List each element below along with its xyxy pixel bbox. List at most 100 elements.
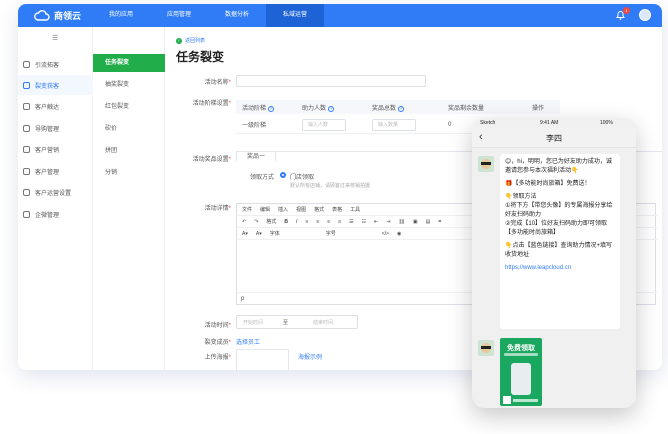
align-left-icon[interactable]: ≡ xyxy=(305,219,308,225)
font-color-icon[interactable]: A▾ xyxy=(242,231,248,237)
sidebar-item-wecom[interactable]: 企微管理 xyxy=(18,204,93,224)
radio-store-pickup[interactable] xyxy=(280,172,286,178)
menu-format[interactable]: 格式 xyxy=(314,206,324,213)
sidebar-item-label: 企微管理 xyxy=(35,212,60,219)
total-input[interactable]: 输入数量 xyxy=(372,119,416,131)
helpers-input[interactable]: 输入人数 xyxy=(302,119,346,131)
menu-view[interactable]: 视图 xyxy=(296,206,306,213)
redo-icon[interactable]: ↷ xyxy=(254,219,258,225)
time-label: 活动时间* xyxy=(204,323,231,329)
top-bar: 商领云 我的应用 应用管理 数据分析 私域运营 1 xyxy=(18,4,662,27)
nav-private-operation[interactable]: 私域运营 xyxy=(266,4,324,27)
submenu-bargain[interactable]: 砍价 xyxy=(93,120,165,138)
carrier: Sketch xyxy=(480,120,496,126)
sidebar-item-label: 客户管理 xyxy=(35,169,60,176)
message-line: ①将下方【带您头像】的专属海报分享给好友扫码助力 xyxy=(505,203,613,218)
share-icon xyxy=(23,81,30,89)
notification-badge: 1 xyxy=(623,7,630,14)
sidebar-item-reach[interactable]: 客户触达 xyxy=(18,96,93,116)
italic-icon[interactable]: I xyxy=(296,219,297,225)
media-icon[interactable]: ▤ xyxy=(426,219,431,225)
message-line: 🎁【多功能时尚旅箱】免费送！ xyxy=(505,181,591,187)
bg-color-icon[interactable]: A▾ xyxy=(256,231,262,237)
poster-label: 上传海报* xyxy=(204,355,231,361)
user-icon xyxy=(23,124,30,132)
bullet-list-icon[interactable]: ☰ xyxy=(349,219,353,225)
select-staff-link[interactable]: 选择员工 xyxy=(236,337,260,346)
message-line: 😊，hi，明明，您已为好友助力成功，诚邀请您参与本次福利活动👇 xyxy=(505,159,612,174)
nav-data-analysis[interactable]: 数据分析 xyxy=(208,4,266,27)
outdent-icon[interactable]: ⇤ xyxy=(374,219,378,225)
font-size-dropdown[interactable]: 字号 xyxy=(326,230,336,237)
undo-icon[interactable]: ↶ xyxy=(242,219,246,225)
poster-subtitle-bar xyxy=(504,353,538,356)
user-avatar[interactable] xyxy=(639,9,651,21)
menu-file[interactable]: 文件 xyxy=(242,206,252,213)
claim-method-value: 门店领取 xyxy=(290,175,315,181)
message-link[interactable]: https://www.leapcloud.cn xyxy=(505,264,615,273)
sidebar-item-guide[interactable]: 导购管理 xyxy=(18,118,93,138)
code-icon[interactable]: ⌗ xyxy=(438,219,441,225)
end-time-placeholder: 结束时间 xyxy=(313,320,334,326)
justify-icon[interactable]: ≡ xyxy=(338,219,341,225)
submenu-distribution[interactable]: 分销 xyxy=(93,164,165,182)
avatar xyxy=(478,340,494,356)
date-range-picker[interactable]: 开始时间 至 结束时间 xyxy=(236,315,358,329)
activity-name-input[interactable] xyxy=(236,75,426,87)
sidebar-item-customers[interactable]: 客户管理 xyxy=(18,161,93,181)
submenu: 任务裂变 抽奖裂变 红包裂变 砍价 拼团 分销 xyxy=(93,27,165,370)
time-separator: 至 xyxy=(283,320,289,326)
align-center-icon[interactable]: ≡ xyxy=(316,219,319,225)
preview-icon[interactable]: ◉ xyxy=(397,231,401,237)
sidebar: ☰ 引流拓客 裂变获客 客户触达 导购管理 客户营销 客户管理 客户运营设置 企… xyxy=(18,27,93,370)
sidebar-item-label: 客户运营设置 xyxy=(35,190,72,197)
poster-footer-bar xyxy=(513,399,538,402)
sidebar-item-ops-settings[interactable]: 客户运营设置 xyxy=(18,182,93,202)
poster-image[interactable]: 免费领取 xyxy=(500,338,542,406)
source-code-icon[interactable]: </> xyxy=(382,231,389,237)
font-family-dropdown[interactable]: 字体 xyxy=(270,230,280,237)
indent-icon[interactable]: ⇥ xyxy=(386,219,390,225)
format-dropdown[interactable]: 格式 xyxy=(266,218,276,225)
megaphone-icon xyxy=(23,145,30,153)
ladder-label: 活动阶梯设置* xyxy=(192,101,231,107)
link-icon[interactable]: ⛓ xyxy=(399,219,405,225)
back-link[interactable]: ‹ 返回列表 xyxy=(176,37,205,44)
menu-insert[interactable]: 插入 xyxy=(278,206,288,213)
logo-text: 商领云 xyxy=(54,11,82,21)
ladder-level: 一级阶梯 xyxy=(242,123,267,129)
nav-app-management[interactable]: 应用管理 xyxy=(150,4,208,27)
sidebar-item-label: 导购管理 xyxy=(35,126,60,133)
submenu-redpacket-fission[interactable]: 红包裂变 xyxy=(93,98,165,116)
poster-example-link[interactable]: 海报示例 xyxy=(298,352,322,361)
help-icon[interactable]: ? xyxy=(268,105,275,112)
poster-title: 免费领取 xyxy=(507,345,535,352)
submenu-lottery-fission[interactable]: 抽奖裂变 xyxy=(93,76,165,94)
help-icon[interactable]: ? xyxy=(328,105,335,112)
sidebar-item-marketing[interactable]: 客户营销 xyxy=(18,139,93,159)
menu-table[interactable]: 表格 xyxy=(332,206,342,213)
menu-edit[interactable]: 编辑 xyxy=(260,206,270,213)
sidebar-item-traffic[interactable]: 引流拓客 xyxy=(18,54,93,74)
submenu-task-fission[interactable]: 任务裂变 xyxy=(93,54,165,72)
bold-icon[interactable]: B xyxy=(284,219,288,225)
numbered-list-icon[interactable]: ☷ xyxy=(362,219,366,225)
logo[interactable]: 商领云 xyxy=(34,9,81,22)
contact-name: 李四 xyxy=(546,134,562,143)
tab-prize-one[interactable]: 奖品一 xyxy=(236,151,276,162)
nav-my-apps[interactable]: 我的应用 xyxy=(92,4,150,27)
phone-status-bar: Sketch 9:41 AM 100% xyxy=(472,118,636,126)
image-icon[interactable]: ▣ xyxy=(413,219,418,225)
sidebar-item-label: 引流拓客 xyxy=(35,62,60,69)
collapse-icon[interactable]: ☰ xyxy=(52,34,58,42)
align-right-icon[interactable]: ≡ xyxy=(327,219,330,225)
poster-upload[interactable] xyxy=(236,349,289,370)
sidebar-item-fission[interactable]: 裂变获客 xyxy=(18,75,93,95)
header-cell: 活动阶梯? xyxy=(242,105,275,112)
submenu-group-buy[interactable]: 拼团 xyxy=(93,142,165,160)
chat-header: ‹ 李四 xyxy=(472,128,636,148)
help-icon[interactable]: ? xyxy=(398,105,405,112)
claim-hint: 默认所有店铺，请顾客过来核销拍摄 xyxy=(290,183,371,189)
top-nav: 我的应用 应用管理 数据分析 私域运营 xyxy=(92,4,324,27)
menu-tools[interactable]: 工具 xyxy=(350,206,360,213)
